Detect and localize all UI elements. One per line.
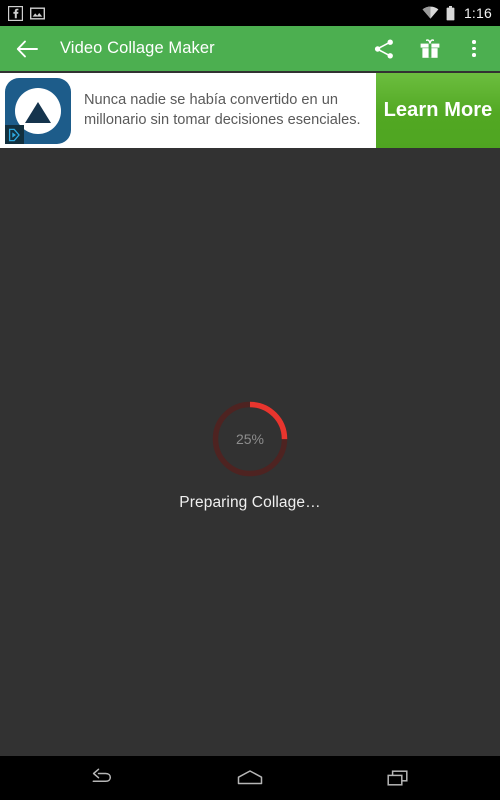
- page-title: Video Collage Maker: [60, 39, 215, 57]
- progress-percent-label: 25%: [235, 431, 265, 447]
- ad-banner[interactable]: Nunca nadie se había convertido en un mi…: [0, 73, 500, 148]
- battery-icon: [446, 5, 455, 20]
- ad-icon-container: [0, 73, 76, 148]
- nav-back-button[interactable]: [80, 756, 124, 800]
- ad-icon-triangle: [25, 101, 51, 123]
- ad-app-icon: [5, 78, 71, 144]
- status-bar: 1:16: [0, 0, 500, 26]
- gift-icon[interactable]: [418, 37, 442, 61]
- facebook-icon: [8, 5, 23, 21]
- app-bar: Video Collage Maker: [0, 26, 500, 71]
- progress-caption: Preparing Collage…: [179, 494, 321, 511]
- ad-headline: Nunca nadie se había convertido en un mi…: [84, 92, 361, 128]
- ad-text-container: Nunca nadie se había convertido en un mi…: [76, 73, 376, 148]
- progress-block: 25% Preparing Collage…: [0, 400, 500, 512]
- back-arrow-icon[interactable]: [14, 36, 40, 62]
- app-screen: 1:16 Video Collage Maker Nunca nadie se …: [0, 0, 500, 800]
- screenshot-icon: [30, 7, 45, 20]
- learn-more-button[interactable]: Learn More: [376, 73, 500, 148]
- nav-recents-button[interactable]: [376, 756, 420, 800]
- adchoices-icon[interactable]: [5, 125, 24, 144]
- progress-ring: 25%: [211, 400, 289, 478]
- app-bar-actions: [372, 37, 484, 61]
- nav-home-button[interactable]: [228, 756, 272, 800]
- status-clock: 1:16: [463, 5, 492, 21]
- share-icon[interactable]: [372, 37, 396, 61]
- overflow-menu-icon[interactable]: [464, 37, 484, 61]
- system-navigation-bar: [0, 756, 500, 800]
- content-area: 25% Preparing Collage…: [0, 148, 500, 756]
- status-notification-icons: [8, 5, 45, 21]
- wifi-icon: [422, 6, 439, 19]
- status-system-icons: 1:16: [422, 5, 492, 21]
